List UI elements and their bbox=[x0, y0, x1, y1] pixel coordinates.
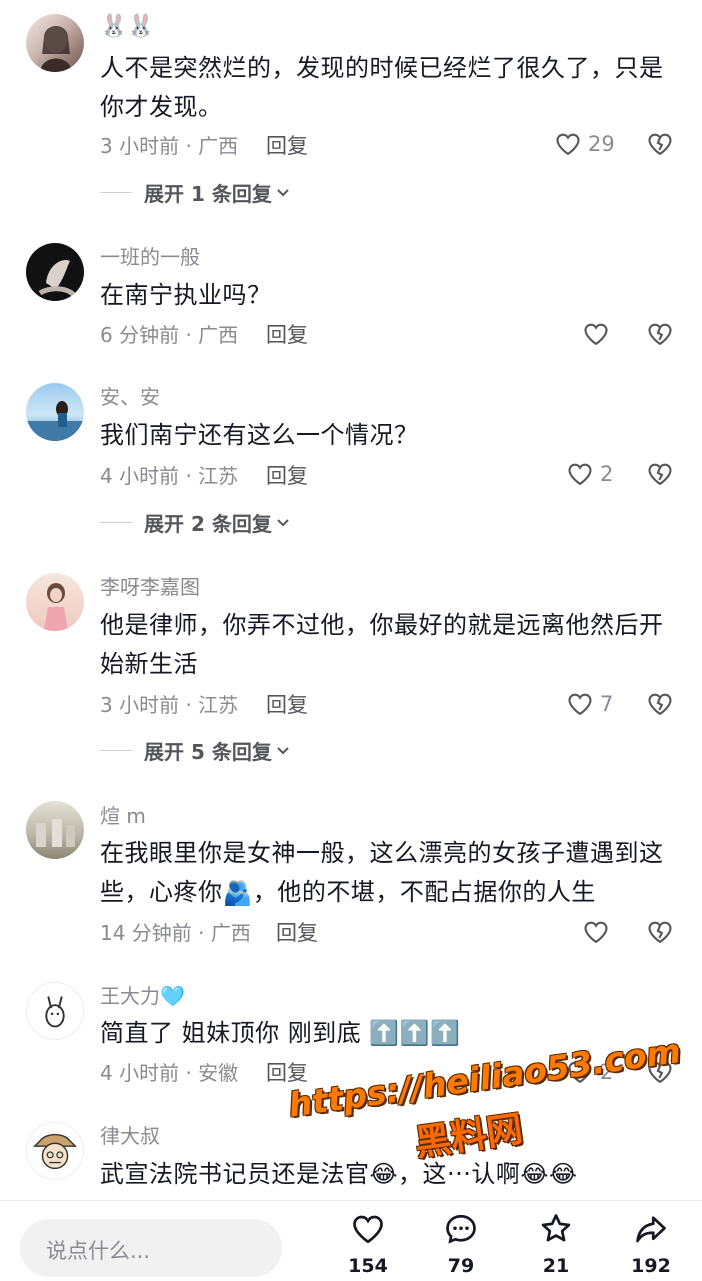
share-total-count: 192 bbox=[631, 1255, 671, 1277]
star-icon bbox=[541, 1214, 571, 1242]
comment-bubble-icon bbox=[446, 1214, 476, 1244]
dislike-button[interactable] bbox=[646, 690, 674, 718]
comment-time-location: 14 分钟前 · 广西 bbox=[100, 921, 251, 945]
avatar[interactable] bbox=[26, 801, 84, 859]
comment-username[interactable]: 🐰🐰 bbox=[100, 14, 155, 40]
chevron-down-icon bbox=[277, 518, 289, 526]
comment-action-button[interactable]: 79 bbox=[431, 1211, 491, 1277]
like-button[interactable]: 29 bbox=[554, 130, 615, 158]
comment-text: 在南宁执业吗？ bbox=[100, 281, 272, 309]
broken-heart-icon bbox=[648, 463, 672, 486]
avatar[interactable] bbox=[26, 573, 84, 631]
comment-username[interactable]: 律大叔 bbox=[100, 1123, 160, 1149]
like-button[interactable]: 2 bbox=[566, 1058, 613, 1086]
comment-text: 武宣法院书记员还是法官😂，这···认啊😂😂 bbox=[100, 1160, 578, 1188]
favorite-total-count: 21 bbox=[542, 1255, 570, 1277]
comment-text: 人不是突然烂的，发现的时候已经烂了很久了，只是你才发现。 bbox=[100, 54, 664, 121]
like-count: 7 bbox=[600, 692, 614, 716]
comment-time-location: 3 小时前 · 广西 bbox=[100, 134, 239, 158]
comment-text: 简直了 姐妹顶你 刚到底 ⬆️⬆️⬆️ bbox=[100, 1019, 461, 1047]
chevron-down-icon bbox=[277, 746, 289, 754]
heart-icon bbox=[584, 323, 608, 346]
like-count: 29 bbox=[588, 132, 615, 156]
heart-icon bbox=[568, 1061, 592, 1084]
comment-time-location: 3 小时前 · 江苏 bbox=[100, 693, 239, 717]
expand-replies-label: 展开 1 条回复 bbox=[144, 182, 272, 206]
comment-text: 我们南宁还有这么一个情况？ bbox=[100, 421, 419, 449]
avatar[interactable] bbox=[26, 243, 84, 301]
expand-replies-label: 展开 5 条回复 bbox=[144, 740, 272, 764]
like-action-button[interactable]: 154 bbox=[338, 1211, 398, 1277]
like-button[interactable]: 7 bbox=[566, 690, 613, 718]
comment-username[interactable]: 煊 m bbox=[100, 803, 146, 829]
expand-replies-button[interactable]: 展开 5 条回复 bbox=[100, 736, 290, 765]
divider bbox=[100, 192, 132, 193]
comment-username[interactable]: 李呀李嘉图 bbox=[100, 574, 200, 600]
avatar[interactable] bbox=[26, 14, 84, 72]
heart-icon bbox=[568, 463, 592, 486]
share-action-button[interactable]: 192 bbox=[621, 1211, 681, 1277]
broken-heart-icon bbox=[648, 323, 672, 346]
heart-icon bbox=[584, 921, 608, 944]
dislike-button[interactable] bbox=[646, 1058, 674, 1086]
broken-heart-icon bbox=[648, 1061, 672, 1084]
broken-heart-icon bbox=[648, 693, 672, 716]
comment-time-location: 6 分钟前 · 广西 bbox=[100, 323, 239, 347]
reply-button[interactable]: 回复 bbox=[276, 920, 318, 946]
username-text: 王大力 bbox=[100, 984, 160, 1008]
like-button[interactable]: 2 bbox=[566, 460, 613, 488]
like-total-count: 154 bbox=[348, 1255, 388, 1277]
comment-username[interactable]: 一班的一般 bbox=[100, 244, 200, 270]
comment-input-placeholder: 说点什么... bbox=[46, 1239, 151, 1263]
like-count: 2 bbox=[600, 462, 614, 486]
comment-time-location: 4 小时前 · 江苏 bbox=[100, 464, 239, 488]
like-button[interactable] bbox=[582, 320, 616, 348]
dislike-button[interactable] bbox=[646, 918, 674, 946]
reply-button[interactable]: 回复 bbox=[266, 133, 308, 159]
heart-emoji: 🩵 bbox=[160, 984, 185, 1008]
avatar[interactable] bbox=[26, 1122, 84, 1180]
dislike-button[interactable] bbox=[646, 460, 674, 488]
comment-text-part: ，他的不堪，不配占据你的人生 bbox=[252, 878, 596, 906]
comment-total-count: 79 bbox=[447, 1255, 475, 1277]
chevron-down-icon bbox=[277, 188, 289, 196]
expand-replies-button[interactable]: 展开 1 条回复 bbox=[100, 178, 290, 207]
reply-button[interactable]: 回复 bbox=[266, 463, 308, 489]
expand-replies-button[interactable]: 展开 2 条回复 bbox=[100, 508, 290, 537]
broken-heart-icon bbox=[648, 133, 672, 156]
expand-replies-label: 展开 2 条回复 bbox=[144, 512, 272, 536]
dislike-button[interactable] bbox=[646, 130, 674, 158]
reply-button[interactable]: 回复 bbox=[266, 1060, 308, 1086]
share-arrow-icon bbox=[636, 1216, 666, 1243]
like-count: 2 bbox=[600, 1060, 614, 1084]
heart-icon bbox=[568, 693, 592, 716]
comment-input[interactable]: 说点什么... bbox=[20, 1219, 282, 1277]
bottom-action-bar: 说点什么... 154 79 21 192 bbox=[0, 1200, 702, 1281]
heart-icon bbox=[556, 133, 580, 156]
comment-username[interactable]: 王大力🩵 bbox=[100, 983, 185, 1009]
favorite-action-button[interactable]: 21 bbox=[526, 1211, 586, 1277]
comment-time-location: 4 小时前 · 安徽 bbox=[100, 1061, 239, 1085]
avatar[interactable] bbox=[26, 383, 84, 441]
heart-icon bbox=[353, 1215, 383, 1244]
reply-button[interactable]: 回复 bbox=[266, 322, 308, 348]
like-button[interactable] bbox=[582, 918, 616, 946]
divider bbox=[100, 750, 132, 751]
comment-text: 在我眼里你是女神一般，这么漂亮的女孩子遭遇到这些，心疼你🫂，他的不堪，不配占据你… bbox=[100, 834, 675, 913]
avatar[interactable] bbox=[26, 982, 84, 1040]
comment-username[interactable]: 安、安 bbox=[100, 384, 160, 410]
dislike-button[interactable] bbox=[646, 320, 674, 348]
hug-emoji: 🫂 bbox=[222, 878, 253, 907]
reply-button[interactable]: 回复 bbox=[266, 692, 308, 718]
comment-text: 他是律师，你弄不过他，你最好的就是远离他然后开始新生活 bbox=[100, 611, 664, 678]
divider bbox=[100, 522, 132, 523]
broken-heart-icon bbox=[648, 921, 672, 944]
